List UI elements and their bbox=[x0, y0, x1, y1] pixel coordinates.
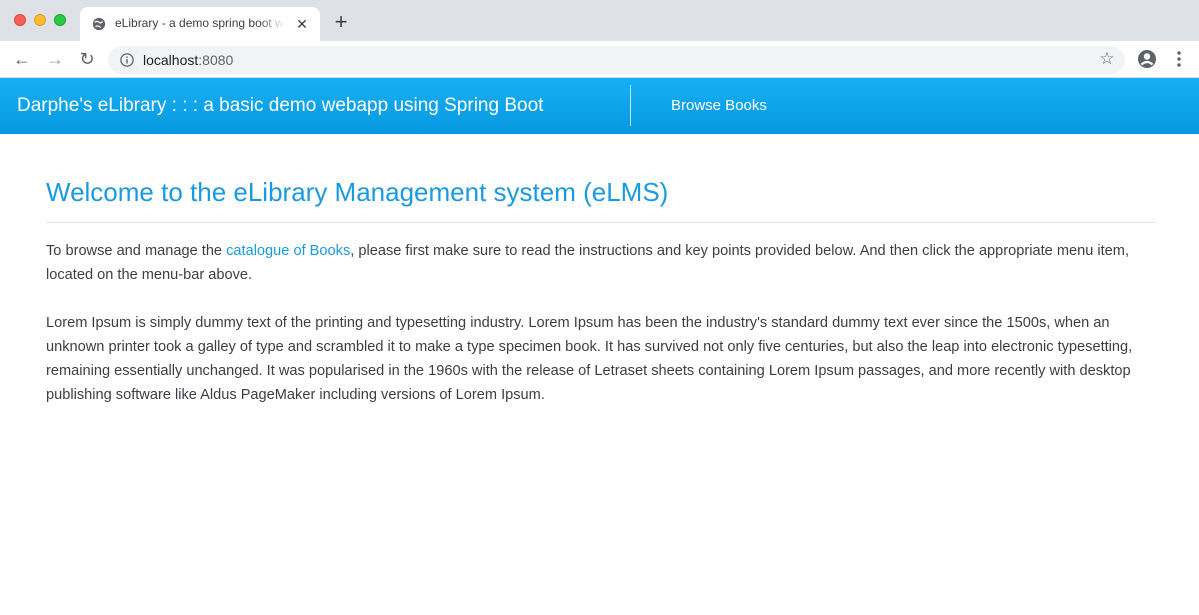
address-bar[interactable]: localhost:8080 ☆ bbox=[108, 46, 1125, 74]
globe-icon bbox=[92, 17, 106, 31]
intro-text-before: To browse and manage the bbox=[46, 243, 227, 259]
arrow-right-icon[interactable]: → bbox=[44, 48, 66, 70]
catalogue-link[interactable]: catalogue of Books bbox=[226, 243, 350, 259]
navbar-divider bbox=[630, 85, 631, 126]
window-close-button[interactable] bbox=[14, 14, 26, 26]
url-text[interactable]: localhost:8080 bbox=[143, 52, 233, 68]
url-port: :8080 bbox=[198, 52, 234, 68]
navbar-brand[interactable]: Darphe's eLibrary : : : a basic demo web… bbox=[17, 95, 543, 117]
close-icon[interactable]: ✕ bbox=[294, 16, 310, 32]
browser-tab-active[interactable]: eLibrary - a demo spring boot webapp ✕ bbox=[80, 7, 320, 41]
kebab-menu-icon[interactable] bbox=[1172, 49, 1186, 69]
window-zoom-button[interactable] bbox=[54, 14, 66, 26]
nav-link-browse-books[interactable]: Browse Books bbox=[671, 97, 767, 114]
window-minimize-button[interactable] bbox=[34, 14, 46, 26]
browser-toolbar: ← → ↻ localhost:8080 ☆ bbox=[0, 41, 1199, 78]
page-title: Welcome to the eLibrary Management syste… bbox=[46, 177, 669, 207]
intro-paragraph: To browse and manage the catalogue of Bo… bbox=[46, 239, 1156, 287]
tab-title: eLibrary - a demo spring boot webapp bbox=[115, 16, 285, 30]
profile-icon[interactable] bbox=[1137, 49, 1157, 69]
url-host: localhost bbox=[143, 52, 199, 68]
info-icon[interactable] bbox=[120, 53, 134, 67]
title-divider bbox=[46, 222, 1156, 223]
new-tab-button[interactable]: + bbox=[330, 11, 352, 33]
main-content: Welcome to the eLibrary Management syste… bbox=[46, 134, 1156, 407]
browser-tabstrip: eLibrary - a demo spring boot webapp ✕ + bbox=[0, 0, 1199, 41]
arrow-left-icon[interactable]: ← bbox=[11, 48, 33, 70]
reload-icon[interactable]: ↻ bbox=[76, 48, 98, 70]
app-navbar: Darphe's eLibrary : : : a basic demo web… bbox=[0, 78, 1199, 134]
body-paragraph: Lorem Ipsum is simply dummy text of the … bbox=[46, 315, 1133, 403]
star-icon[interactable]: ☆ bbox=[1098, 50, 1116, 68]
